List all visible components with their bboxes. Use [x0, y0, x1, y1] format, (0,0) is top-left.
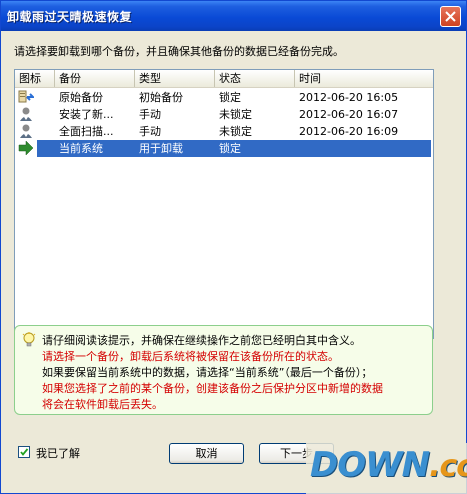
column-header-time[interactable]: 时间 [295, 70, 433, 87]
backup-time: 2012-06-20 16:07 [299, 108, 399, 121]
dialog-content: 请选择要卸载到哪个备份，并且确保其他备份的数据已经备份完成。 图标 备份 类型 … [4, 31, 463, 491]
backup-status: 锁定 [219, 140, 299, 157]
window-title: 卸载雨过天晴极速恢复 [7, 10, 133, 24]
backup-list[interactable]: 图标 备份 类型 状态 时间 原始备份 初始备份 锁定 2012-06-20 1… [14, 69, 434, 339]
watermark-suffix: .cc [429, 449, 467, 484]
list-header: 图标 备份 类型 状态 时间 [15, 70, 433, 88]
lightbulb-icon [22, 332, 36, 351]
backup-type: 手动 [139, 125, 161, 138]
column-header-status[interactable]: 状态 [215, 70, 295, 87]
instruction-text: 请选择要卸载到哪个备份，并且确保其他备份的数据已经备份完成。 [14, 45, 344, 58]
confirm-label: 我已了解 [36, 447, 80, 460]
user-backup-icon [18, 123, 34, 139]
notice-line-warning: 如果您选择了之前的某个备份，创建该备份之后保护分区中新增的数据 [42, 382, 383, 395]
backup-name: 原始备份 [59, 91, 103, 104]
user-backup-icon [18, 106, 34, 122]
backup-time: 2012-06-20 16:05 [299, 91, 399, 104]
title-bar[interactable]: 卸载雨过天晴极速恢复 [1, 1, 466, 31]
column-header-icon[interactable]: 图标 [15, 70, 55, 87]
backup-type: 用于卸载 [139, 140, 219, 157]
notice-line: 请仔细阅读该提示，并确保在继续操作之前您已经明白其中含义。 [42, 334, 361, 347]
current-system-arrow-icon [18, 140, 34, 156]
backup-time [299, 140, 431, 157]
backup-name: 安装了新... [59, 108, 114, 121]
table-row[interactable]: 安装了新... 手动 未锁定 2012-06-20 16:07 [15, 106, 433, 123]
close-icon [445, 11, 456, 22]
backup-type: 手动 [139, 108, 161, 121]
confirm-checkbox[interactable] [18, 446, 30, 458]
notice-line: 如果要保留当前系统中的数据，请选择“当前系统”（最后一个备份）； [42, 366, 373, 379]
close-button[interactable] [440, 6, 461, 27]
backup-time: 2012-06-20 16:09 [299, 125, 399, 138]
watermark-text: DOWN [310, 445, 430, 485]
backup-status: 未锁定 [219, 125, 252, 138]
checkmark-icon [20, 448, 29, 456]
warning-notice: 请仔细阅读该提示，并确保在继续操作之前您已经明白其中含义。 请选择一个备份，卸载… [14, 325, 433, 415]
notice-line-warning: 将会在软件卸载后丢失。 [42, 398, 163, 411]
table-row[interactable]: 原始备份 初始备份 锁定 2012-06-20 16:05 [15, 89, 433, 106]
restore-backup-icon [18, 89, 36, 105]
column-header-type[interactable]: 类型 [135, 70, 215, 87]
backup-status: 锁定 [219, 91, 241, 104]
uninstall-dialog: 卸载雨过天晴极速恢复 请选择要卸载到哪个备份，并且确保其他备份的数据已经备份完成… [0, 0, 467, 494]
watermark-logo: DOWN.cc [306, 443, 467, 494]
column-header-backup[interactable]: 备份 [55, 70, 135, 87]
backup-name: 全面扫描... [59, 125, 114, 138]
backup-type: 初始备份 [139, 91, 183, 104]
notice-line-warning: 请选择一个备份，卸载后系统将被保留在该备份所在的状态。 [42, 350, 339, 363]
backup-name: 当前系统 [37, 140, 139, 157]
cancel-button[interactable]: 取消 [169, 443, 244, 464]
table-row-selected[interactable]: 当前系统 用于卸载 锁定 [15, 140, 433, 157]
table-row[interactable]: 全面扫描... 手动 未锁定 2012-06-20 16:09 [15, 123, 433, 140]
backup-status: 未锁定 [219, 108, 252, 121]
